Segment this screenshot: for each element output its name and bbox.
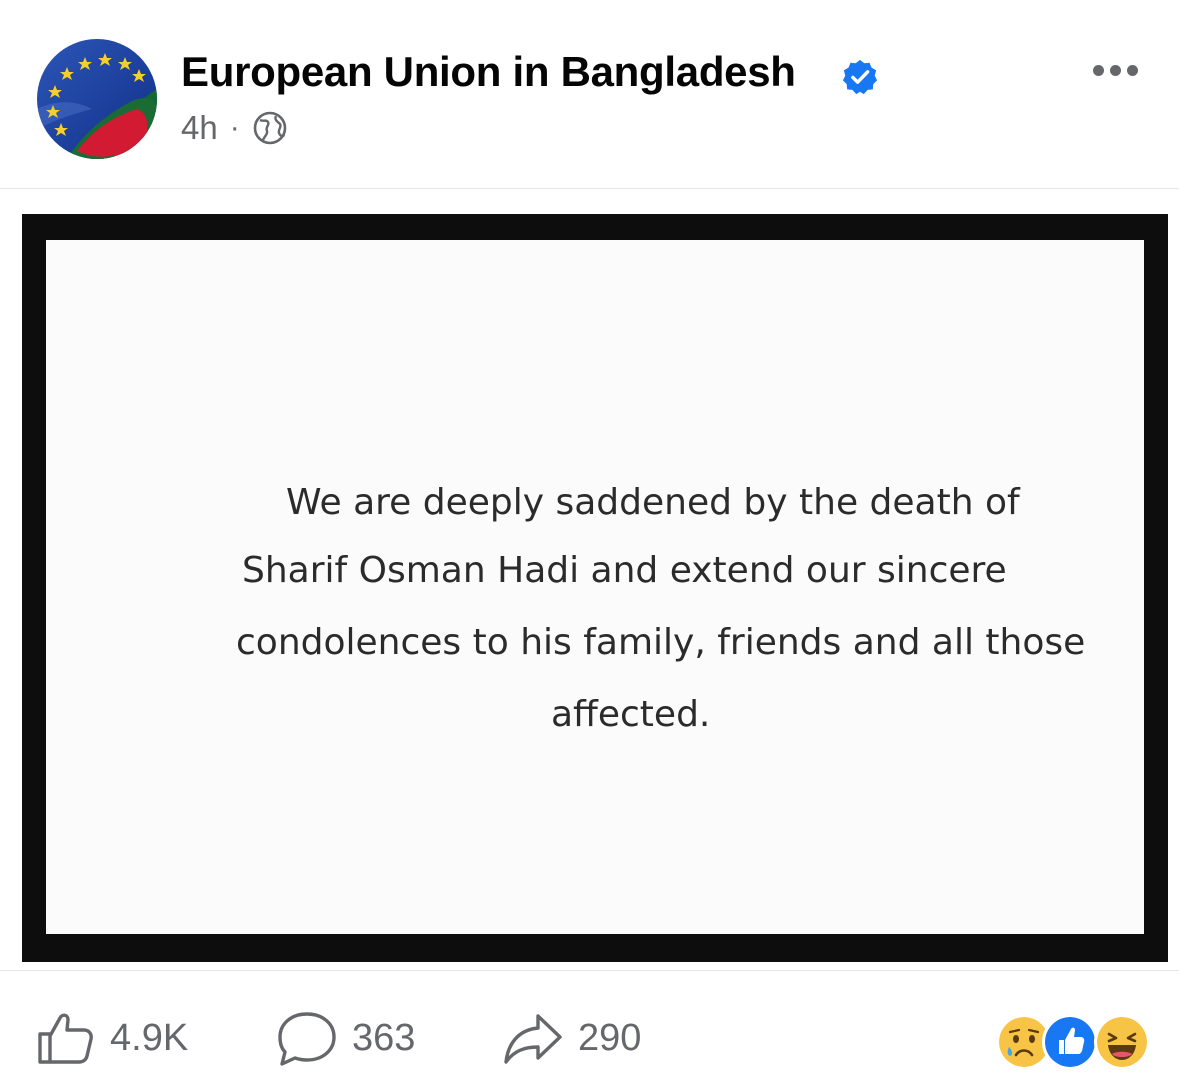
page-avatar[interactable]: [37, 39, 157, 159]
like-count: 4.9K: [110, 1016, 189, 1059]
comment-bubble-icon: [278, 1012, 336, 1066]
header-divider: [0, 188, 1179, 189]
statement-card: We are deeply saddened by the death of S…: [46, 240, 1144, 934]
post-header: European Union in Bangladesh 4h ·: [0, 0, 1179, 188]
share-arrow-icon: [504, 1014, 562, 1064]
post-time[interactable]: 4h: [181, 109, 218, 147]
statement-line: We are deeply saddened by the death of: [286, 482, 1020, 523]
post-meta: 4h ·: [181, 106, 288, 150]
eu-bangladesh-flag-avatar: [37, 39, 157, 159]
comment-count: 363: [352, 1016, 416, 1059]
page-name-link[interactable]: European Union in Bangladesh: [181, 48, 796, 96]
globe-icon[interactable]: [252, 110, 288, 146]
statement-line: condolences to his family, friends and a…: [236, 622, 1086, 663]
share-button[interactable]: 290: [502, 1010, 641, 1066]
thumbs-up-icon: [38, 1013, 93, 1064]
reaction-summary[interactable]: [996, 1014, 1150, 1070]
condolence-statement: We are deeply saddened by the death of S…: [46, 240, 1144, 934]
statement-line: affected.: [551, 694, 711, 735]
like-button[interactable]: 4.9K: [36, 1010, 188, 1066]
more-options-button[interactable]: [1084, 50, 1146, 90]
meta-separator: ·: [229, 111, 240, 144]
comment-button[interactable]: 363: [276, 1010, 415, 1066]
footer-divider: [0, 970, 1179, 971]
verified-badge-icon: [842, 59, 878, 95]
like-reaction-icon: [1042, 1014, 1098, 1070]
more-dot-icon: [1109, 64, 1121, 76]
share-count: 290: [578, 1016, 642, 1059]
more-dot-icon: [1126, 64, 1138, 76]
statement-line: Sharif Osman Hadi and extend our sincere: [242, 550, 1007, 591]
haha-reaction-icon: [1094, 1014, 1150, 1070]
post-image[interactable]: We are deeply saddened by the death of S…: [22, 214, 1168, 962]
more-dot-icon: [1092, 64, 1104, 76]
